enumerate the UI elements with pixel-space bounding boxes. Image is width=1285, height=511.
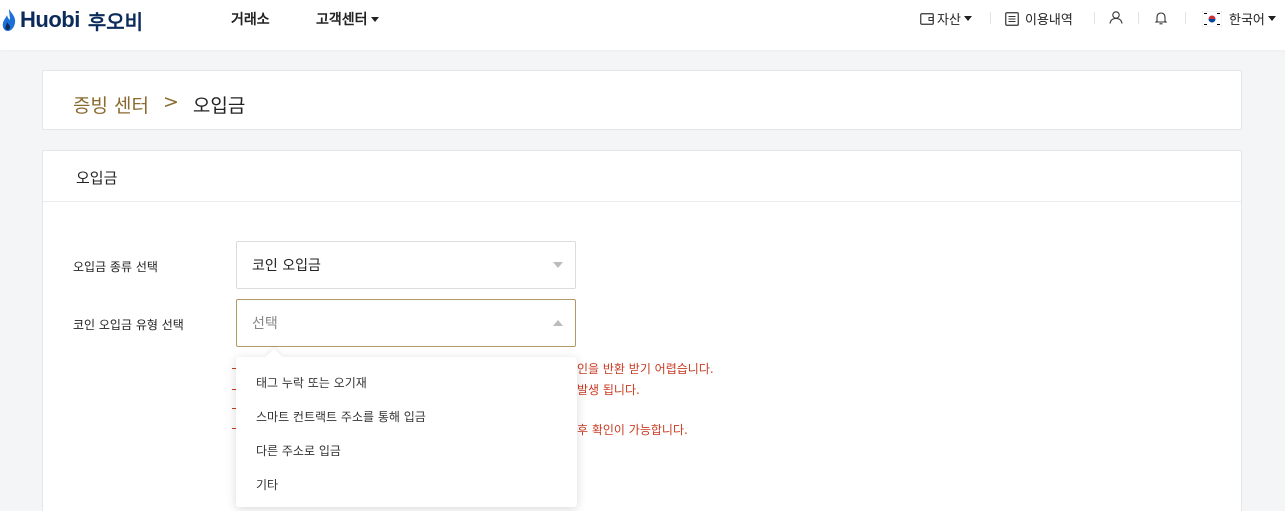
- header-divider: [1094, 12, 1095, 24]
- chevron-down-icon: [370, 16, 379, 22]
- dropdown-option-other-address[interactable]: 다른 주소로 입금: [256, 442, 341, 459]
- caret-up-icon: [553, 320, 563, 326]
- misdeposit-type-value: 코인 오입금: [252, 258, 321, 274]
- misdeposit-type-select[interactable]: 코인 오입금: [236, 241, 576, 289]
- korea-flag-icon: [1202, 10, 1222, 27]
- warning-text-2: 발생 됩니다.: [577, 383, 640, 397]
- language-selector[interactable]: 한국어: [1202, 9, 1276, 28]
- chevron-down-icon: [963, 16, 972, 21]
- assets-label: 자산: [937, 13, 961, 28]
- bell-icon: [1154, 12, 1168, 25]
- chevron-down-icon: [1267, 16, 1276, 21]
- panel-title: 오입금: [76, 169, 118, 187]
- nav-exchange[interactable]: 거래소: [231, 9, 270, 29]
- language-label: 한국어: [1229, 13, 1265, 28]
- huobi-flame-icon: [2, 9, 16, 31]
- history-menu[interactable]: 이용내역: [1005, 9, 1073, 28]
- header-divider: [1138, 12, 1139, 24]
- logo-text: Huobi: [20, 7, 80, 32]
- wallet-icon: [920, 12, 934, 25]
- nav-exchange-label: 거래소: [231, 12, 270, 28]
- coin-misdeposit-type-select[interactable]: 선택: [236, 299, 576, 347]
- breadcrumb-parent-link[interactable]: 증빙 센터: [73, 91, 149, 118]
- dropdown-option-tag-missing[interactable]: 태그 누락 또는 오기재: [256, 374, 367, 391]
- misdeposit-panel: 오입금: [42, 150, 1242, 511]
- header-divider: [1185, 12, 1186, 24]
- panel-divider: [43, 201, 1241, 202]
- dropdown-option-etc[interactable]: 기타: [256, 476, 278, 493]
- top-header: Huobi 후오비 거래소 고객센터 자산 이용내역 한국어: [0, 0, 1285, 50]
- dropdown-option-smart-contract[interactable]: 스마트 컨트랙트 주소를 통해 입금: [256, 408, 426, 425]
- header-divider: [990, 12, 991, 24]
- coin-misdeposit-type-label: 코인 오입금 유형 선택: [73, 318, 184, 332]
- history-label: 이용내역: [1025, 13, 1073, 28]
- document-list-icon: [1005, 11, 1019, 26]
- user-icon: [1109, 11, 1123, 24]
- nav-customer-center-label: 고객센터: [316, 12, 368, 28]
- coin-misdeposit-type-placeholder: 선택: [252, 316, 278, 332]
- warning-text-3: 후 확인이 가능합니다.: [577, 423, 688, 437]
- account-button[interactable]: [1109, 11, 1123, 24]
- misdeposit-type-label: 오입금 종류 선택: [73, 260, 158, 274]
- huobi-logo[interactable]: Huobi 후오비: [0, 6, 143, 34]
- breadcrumb: 증빙 센터 > 오입금: [73, 91, 245, 118]
- breadcrumb-separator: >: [162, 91, 179, 113]
- coin-misdeposit-type-dropdown: 태그 누락 또는 오기재 스마트 컨트랙트 주소를 통해 입금 다른 주소로 입…: [236, 348, 577, 507]
- assets-menu[interactable]: 자산: [920, 9, 972, 28]
- breadcrumb-current: 오입금: [192, 95, 246, 117]
- logo-korean-text: 후오비: [87, 9, 144, 34]
- notifications-button[interactable]: [1154, 11, 1168, 25]
- breadcrumb-card: 증빙 센터 > 오입금: [42, 70, 1242, 130]
- warning-text-1: 인을 반환 받기 어렵습니다.: [577, 362, 714, 376]
- nav-customer-center[interactable]: 고객센터: [316, 9, 379, 29]
- caret-down-icon: [553, 262, 563, 268]
